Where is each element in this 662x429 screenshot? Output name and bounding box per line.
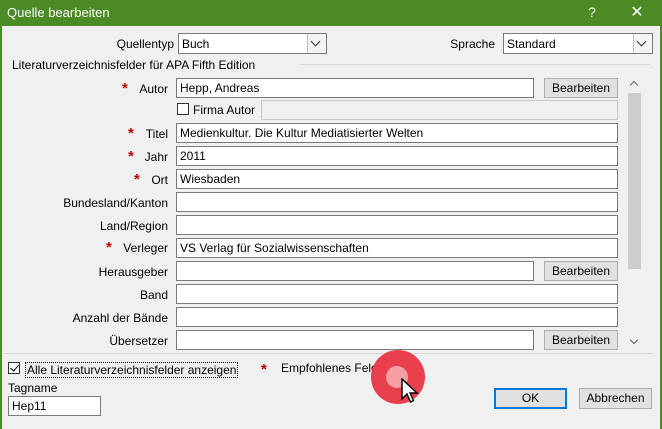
editor-edit-button[interactable]: Bearbeiten bbox=[544, 261, 618, 281]
fields-scroll-area: * Autor Hepp, Andreas Bearbeiten Firma A… bbox=[4, 75, 624, 351]
volume-field[interactable] bbox=[176, 284, 618, 304]
recommended-field-legend: Empfohlenes Feld bbox=[281, 361, 378, 375]
translator-edit-button[interactable]: Bearbeiten bbox=[544, 330, 618, 350]
language-label: Sprache bbox=[450, 37, 495, 51]
number-of-volumes-field[interactable] bbox=[176, 307, 618, 327]
ok-button[interactable]: OK bbox=[494, 388, 567, 409]
mouse-pointer-icon bbox=[401, 378, 419, 403]
show-all-fields-checkbox[interactable] bbox=[8, 362, 20, 374]
chevron-down-icon[interactable] bbox=[307, 34, 326, 53]
source-type-value: Buch bbox=[182, 37, 210, 51]
group-label: Literaturverzeichnisfelder für APA Fifth… bbox=[12, 58, 256, 72]
country-field[interactable] bbox=[176, 215, 618, 235]
number-of-volumes-label: Anzahl der Bände bbox=[72, 311, 168, 325]
help-icon[interactable]: ? bbox=[584, 4, 600, 22]
bottom-divider bbox=[4, 353, 654, 354]
scrollbar-thumb[interactable] bbox=[628, 93, 641, 269]
translator-label: Übersetzer bbox=[109, 334, 168, 348]
year-field[interactable]: 2011 bbox=[176, 146, 618, 166]
editor-label: Herausgeber bbox=[98, 265, 168, 279]
window-border-left bbox=[0, 26, 2, 429]
volume-label: Band bbox=[139, 288, 168, 302]
close-icon[interactable]: ✕ bbox=[624, 2, 650, 24]
tag-name-field[interactable]: Hep11 bbox=[8, 396, 101, 416]
checkmark-icon bbox=[10, 362, 19, 372]
window-title: Quelle bearbeiten bbox=[7, 5, 110, 20]
city-label: Ort bbox=[151, 173, 168, 187]
chevron-down-icon[interactable] bbox=[633, 34, 652, 53]
scroll-down-icon[interactable] bbox=[626, 334, 643, 351]
source-type-select[interactable]: Buch bbox=[178, 33, 327, 54]
corporate-author-label: Firma Autor bbox=[193, 103, 256, 117]
group-divider bbox=[300, 64, 650, 65]
language-select[interactable]: Standard bbox=[503, 33, 653, 54]
cancel-button[interactable]: Abbrechen bbox=[579, 388, 652, 409]
author-field[interactable]: Hepp, Andreas bbox=[176, 78, 534, 98]
scroll-up-icon[interactable] bbox=[626, 75, 643, 92]
state-field[interactable] bbox=[176, 192, 618, 212]
title-label: Titel bbox=[145, 127, 168, 141]
year-label: Jahr bbox=[144, 150, 168, 164]
required-marker: * bbox=[261, 361, 267, 378]
author-edit-button[interactable]: Bearbeiten bbox=[544, 78, 618, 98]
publisher-label: Verleger bbox=[123, 241, 168, 255]
translator-field[interactable] bbox=[176, 330, 534, 350]
corporate-author-checkbox[interactable] bbox=[177, 103, 189, 115]
editor-field[interactable] bbox=[176, 261, 534, 281]
publisher-field[interactable]: VS Verlag für Sozialwissenschaften bbox=[176, 238, 618, 258]
title-field[interactable]: Medienkultur. Die Kultur Mediatisierter … bbox=[176, 123, 618, 143]
city-field[interactable]: Wiesbaden bbox=[176, 169, 618, 189]
author-label: Autor bbox=[139, 82, 168, 96]
show-all-fields-label[interactable]: Alle Literaturverzeichnisfelder anzeigen bbox=[25, 362, 239, 378]
source-type-label: Quellentyp bbox=[116, 37, 174, 51]
title-bar[interactable]: Quelle bearbeiten ? ✕ bbox=[0, 0, 662, 26]
corporate-author-field[interactable] bbox=[261, 100, 618, 120]
country-label: Land/Region bbox=[99, 219, 168, 233]
language-value: Standard bbox=[507, 37, 556, 51]
tag-name-label: Tagname bbox=[8, 381, 58, 395]
state-label: Bundesland/Kanton bbox=[63, 196, 168, 210]
